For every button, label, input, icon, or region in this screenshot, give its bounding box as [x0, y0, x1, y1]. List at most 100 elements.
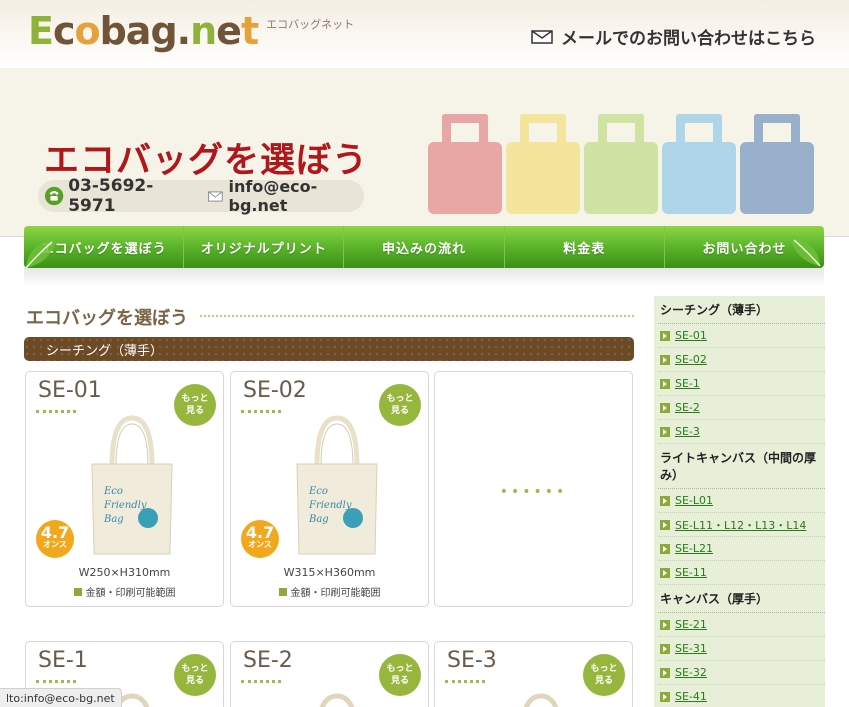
- weight-value: 4.7: [245, 523, 275, 542]
- nav-item-order-flow[interactable]: 申込みの流れ: [344, 226, 505, 268]
- arrow-bullet-icon: [660, 426, 670, 437]
- phone-icon: [44, 186, 64, 206]
- sidebar-item-label: SE-L21: [675, 542, 714, 555]
- sidebar-item[interactable]: SE-11: [658, 561, 825, 585]
- bag-print-line: Friendly: [103, 500, 147, 511]
- sidebar-item[interactable]: SE-01: [658, 324, 825, 348]
- nav-item-original-print[interactable]: オリジナルプリント: [184, 226, 345, 268]
- arrow-bullet-icon: [660, 667, 670, 678]
- sidebar: シーチング（薄手） SE-01 SE-02 SE-1 SE-2 SE-3 ライトキャンバス（…: [654, 296, 825, 707]
- bag-body: [662, 142, 736, 214]
- more-button-label: もっと 見る: [590, 663, 617, 687]
- sidebar-item-label: SE-L01: [675, 494, 714, 507]
- sidebar-item-label: SE-32: [675, 666, 707, 679]
- arrow-bullet-icon: [660, 495, 670, 506]
- weight-unit: オンス: [248, 540, 272, 549]
- arrow-bullet-icon: [660, 330, 670, 341]
- code-dotted-rule: [241, 410, 281, 413]
- hero-email-link[interactable]: info@eco-bg.net: [207, 177, 364, 215]
- price-range-label: 金額・印刷可能範囲: [290, 588, 381, 599]
- more-label-line: 見る: [594, 676, 613, 686]
- email-contact-link[interactable]: メールでのお問い合わせはこちら: [531, 24, 816, 49]
- arrow-bullet-icon: [660, 543, 670, 554]
- price-range-label: 金額・印刷可能範囲: [85, 588, 176, 599]
- site-logo[interactable]: Ecobag.net エコバッグネット: [28, 6, 354, 56]
- category-title: シーチング（薄手）: [46, 343, 164, 359]
- colored-bag-icon: [662, 114, 736, 214]
- contact-link-label: メールでのお問い合わせはこちら: [561, 29, 816, 49]
- bag-print-line: Eco: [103, 486, 123, 497]
- nav-shadow: [24, 268, 824, 286]
- sidebar-section-title: シーチング（薄手）: [658, 296, 825, 324]
- sidebar-item[interactable]: SE-21: [658, 613, 825, 637]
- sidebar-item[interactable]: SE-L11・L12・L13・L14: [658, 513, 825, 537]
- bag-body: [428, 142, 502, 214]
- leaf-icon: [790, 236, 821, 267]
- bag-print-badge: [343, 508, 363, 528]
- code-dotted-rule: [36, 410, 76, 413]
- arrow-bullet-icon: [660, 354, 670, 365]
- product-card[interactable]: SE-02 もっと 見る Eco Friendly Bag 4.7 オンス W315×H360m…: [230, 371, 429, 607]
- envelope-icon: [207, 190, 223, 202]
- sidebar-item[interactable]: SE-41: [658, 685, 825, 707]
- code-dotted-rule: [445, 680, 485, 683]
- tote-bag-image: Eco Friendly Bag: [296, 415, 378, 555]
- colored-bag-icon: [740, 114, 814, 214]
- product-card[interactable]: SE-2 もっと 見る: [230, 641, 429, 707]
- more-label-line: もっと: [386, 394, 414, 404]
- bullet-icon: [278, 588, 287, 596]
- envelope-icon: [531, 29, 553, 44]
- weight-unit: オンス: [43, 540, 67, 549]
- product-code: SE-01: [38, 378, 102, 403]
- more-label-line: 見る: [185, 676, 204, 686]
- arrow-bullet-icon: [660, 519, 670, 530]
- site-header: Ecobag.net エコバッグネット メールでのお問い合わせはこちら: [0, 0, 849, 68]
- product-code: SE-2: [243, 648, 293, 673]
- sidebar-item[interactable]: SE-32: [658, 661, 825, 685]
- colored-bag-icon: [506, 114, 580, 214]
- bag-print-line: Bag: [308, 514, 329, 525]
- product-size: W315×H360mm: [283, 566, 376, 579]
- sidebar-item[interactable]: SE-L21: [658, 537, 825, 561]
- sidebar-item[interactable]: SE-02: [658, 348, 825, 372]
- logo-mark: Ecobag.net: [28, 9, 259, 53]
- more-label-line: もっと: [181, 664, 209, 674]
- browser-status-bar: lto:info@eco-bg.net: [0, 688, 122, 707]
- product-card[interactable]: SE-3 もっと 見る: [434, 641, 633, 707]
- leaf-icon: [25, 238, 56, 269]
- price-range-link[interactable]: 金額・印刷可能範囲: [26, 584, 223, 599]
- product-code: SE-3: [447, 648, 497, 673]
- colored-bag-icon: [428, 114, 502, 214]
- nav-label: オリジナルプリント: [200, 241, 327, 257]
- sidebar-item-label: SE-3: [675, 425, 700, 438]
- product-card-placeholder: ••••••: [434, 371, 633, 607]
- colored-bag-icon: [584, 114, 658, 214]
- more-label-line: 見る: [390, 676, 409, 686]
- bag-body: [584, 142, 658, 214]
- arrow-bullet-icon: [660, 619, 670, 630]
- price-range-link[interactable]: 金額・印刷可能範囲: [231, 584, 428, 599]
- more-button-label: もっと 見る: [181, 663, 208, 687]
- arrow-bullet-icon: [660, 643, 670, 654]
- sidebar-item[interactable]: SE-3: [658, 420, 825, 444]
- product-code: SE-1: [38, 648, 88, 673]
- sidebar-item[interactable]: SE-2: [658, 396, 825, 420]
- tote-bag-image: [319, 693, 355, 707]
- sidebar-item[interactable]: SE-31: [658, 637, 825, 661]
- sidebar-item[interactable]: SE-L01: [658, 489, 825, 513]
- weight-badge: 4.7 オンス: [36, 520, 74, 558]
- phone-number[interactable]: 03-5692-5971: [44, 176, 190, 216]
- sidebar-section-title: キャンバス（厚手）: [658, 585, 825, 613]
- tote-bag-image: Eco Friendly Bag: [91, 415, 173, 555]
- sidebar-section-title: ライトキャンバス（中間の厚み）: [658, 444, 825, 489]
- bag-print-line: Friendly: [308, 500, 352, 511]
- sidebar-item-label: SE-L11・L12・L13・L14: [675, 518, 807, 532]
- sidebar-item-label: SE-01: [675, 329, 707, 342]
- sidebar-item[interactable]: SE-1: [658, 372, 825, 396]
- nav-label: 料金表: [563, 241, 606, 257]
- hero-banner: エコバッグを選ぼう 03-5692-5971 info@eco-bg.net: [0, 68, 849, 236]
- weight-badge: 4.7 オンス: [241, 520, 279, 558]
- nav-item-price-list[interactable]: 料金表: [505, 226, 665, 268]
- sidebar-item-label: SE-2: [675, 401, 700, 414]
- product-card[interactable]: SE-01 もっと 見る Eco Friendly Bag 4.7 オンス W250×H310m…: [25, 371, 224, 607]
